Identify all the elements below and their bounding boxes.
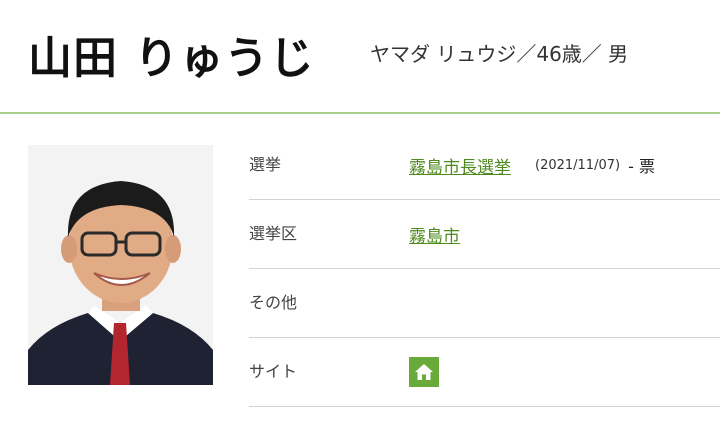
candidate-reading-age-gender: ヤマダ リュウジ／46歳／ 男 — [370, 42, 629, 66]
home-icon — [415, 364, 433, 380]
site-value — [409, 338, 439, 406]
header-divider — [0, 112, 720, 114]
election-label: 選挙 — [249, 155, 282, 174]
home-site-button[interactable] — [409, 357, 439, 387]
vote-count: - 票 — [628, 157, 655, 176]
district-label: 選挙区 — [249, 224, 298, 243]
site-label: サイト — [249, 362, 298, 381]
district-value: 霧島市 — [409, 200, 460, 268]
election-link[interactable]: 霧島市長選挙 — [409, 153, 511, 178]
district-link[interactable]: 霧島市 — [409, 222, 460, 247]
election-value: 霧島市長選挙 (2021/11/07) - 票 — [409, 131, 655, 199]
candidate-photo — [28, 145, 213, 385]
election-date: (2021/11/07) — [535, 157, 621, 173]
candidate-name: 山田 りゅうじ — [28, 33, 315, 84]
other-label: その他 — [249, 293, 298, 312]
election-row: 選挙 霧島市長選挙 (2021/11/07) - 票 — [249, 131, 720, 200]
profile-header: 山田 りゅうじ ヤマダ リュウジ／46歳／ 男 — [0, 0, 720, 114]
site-row: サイト — [249, 338, 720, 407]
candidate-details-table: 選挙 霧島市長選挙 (2021/11/07) - 票 選挙区 霧島市 その他 サ… — [249, 131, 720, 407]
other-row: その他 — [249, 269, 720, 338]
district-row: 選挙区 霧島市 — [249, 200, 720, 269]
